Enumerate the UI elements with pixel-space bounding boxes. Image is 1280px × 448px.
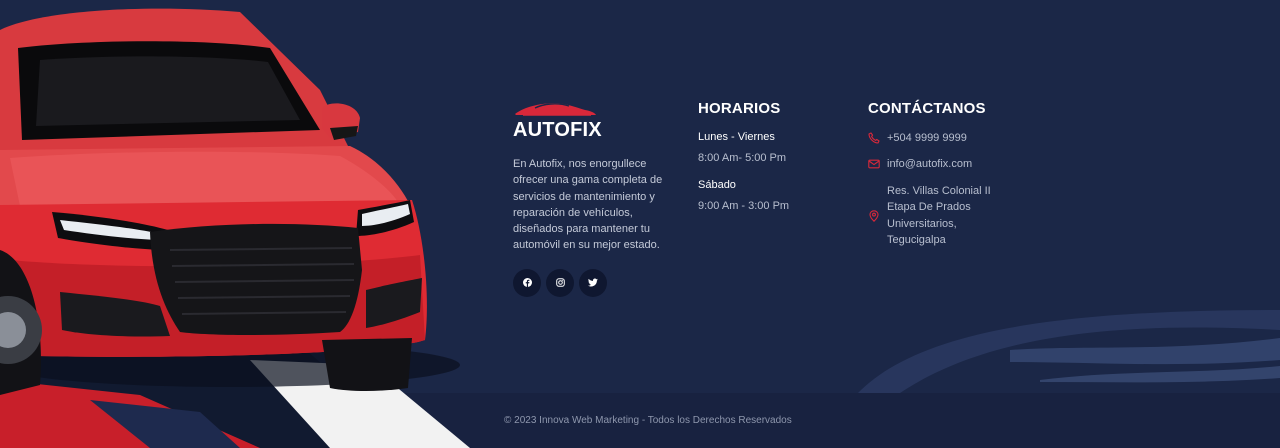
brand-description: En Autofix, nos enorgullece ofrecer una … [513, 158, 663, 252]
twitter-button[interactable] [579, 268, 607, 297]
brand-name: AUTOFIX [513, 119, 602, 141]
facebook-icon [522, 278, 532, 288]
twitter-icon [588, 278, 598, 287]
phone-icon [868, 132, 880, 144]
decorative-waves [858, 310, 1280, 393]
weekday-label: Lunes - Viernes [698, 131, 775, 143]
saturday-label: Sábado [698, 179, 736, 191]
phone-number: +504 9999 9999 [887, 132, 967, 144]
hours-title: HORARIOS [698, 100, 781, 117]
car-logo-icon [515, 103, 596, 116]
brand-column: AUTOFIX En Autofix, nos enorgullece ofre… [513, 98, 673, 297]
contact-address[interactable]: Res. Villas Colonial II Etapa De Prados … [868, 183, 1007, 248]
weekday-hours: 8:00 Am- 5:00 Pm [698, 152, 787, 164]
instagram-icon [555, 278, 565, 288]
contact-phone[interactable]: +504 9999 9999 [868, 130, 967, 146]
social-links [513, 268, 673, 297]
copyright-text: © 2023 Innova Web Marketing - Todos los … [504, 415, 792, 426]
email-address: info@autofix.com [887, 158, 973, 170]
street-address: Res. Villas Colonial II Etapa De Prados … [887, 185, 991, 246]
car-image [0, 8, 470, 448]
hours-column: HORARIOS Lunes - Viernes 8:00 Am- 5:00 P… [698, 100, 848, 212]
contact-column: CONTÁCTANOS +504 9999 9999 info@autofix.… [868, 100, 1028, 246]
contact-email[interactable]: info@autofix.com [868, 156, 972, 172]
saturday-hours: 9:00 Am - 3:00 Pm [698, 200, 790, 212]
instagram-button[interactable] [546, 268, 574, 297]
location-pin-icon [869, 209, 879, 222]
contact-title: CONTÁCTANOS [868, 100, 986, 117]
facebook-button[interactable] [513, 268, 541, 297]
mail-icon [868, 159, 880, 169]
